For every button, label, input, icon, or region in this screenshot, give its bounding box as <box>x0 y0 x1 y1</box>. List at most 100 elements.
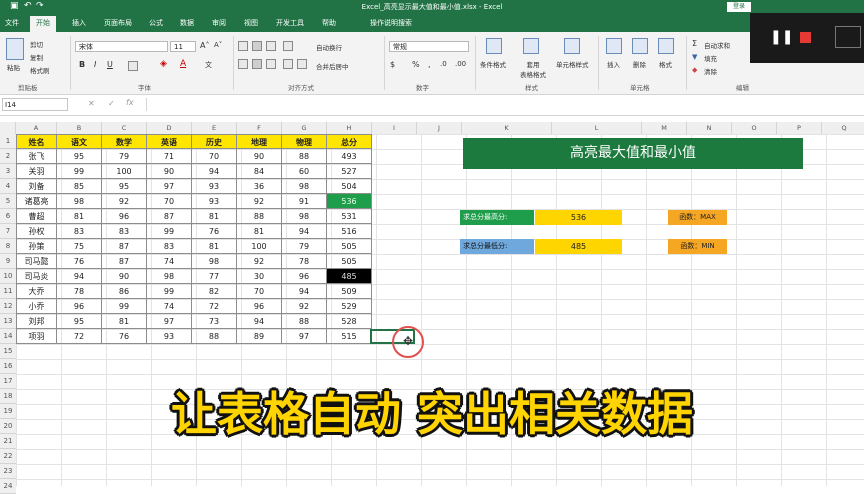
column-header-q[interactable]: Q <box>822 122 864 134</box>
column-header-o[interactable]: O <box>732 122 777 134</box>
table-cell[interactable]: 96 <box>237 299 282 314</box>
number-format-select[interactable]: 常规 <box>389 41 469 52</box>
table-cell[interactable]: 93 <box>192 194 237 209</box>
tab-data[interactable]: 数据 <box>180 18 194 28</box>
table-cell[interactable]: 60 <box>282 164 327 179</box>
underline-icon[interactable]: U <box>107 60 113 69</box>
conditional-formatting-button[interactable]: 条件格式 <box>480 59 506 69</box>
table-cell[interactable]: 94 <box>57 269 102 284</box>
table-cell[interactable]: 项羽 <box>16 329 57 344</box>
table-cell[interactable]: 527 <box>327 164 372 179</box>
column-header-b[interactable]: B <box>57 122 102 134</box>
table-cell[interactable]: 76 <box>57 254 102 269</box>
row-header[interactable]: 9 <box>0 254 16 269</box>
cut-button[interactable]: 剪切 <box>30 39 43 49</box>
table-cell[interactable]: 81 <box>192 239 237 254</box>
table-cell[interactable]: 71 <box>147 149 192 164</box>
table-cell[interactable]: 93 <box>147 329 192 344</box>
table-header-cell[interactable]: 数学 <box>102 134 147 149</box>
table-cell[interactable]: 98 <box>57 194 102 209</box>
login-button[interactable]: 登录 <box>727 2 751 12</box>
table-cell[interactable]: 81 <box>237 224 282 239</box>
percent-icon[interactable]: % <box>412 60 420 69</box>
column-header-d[interactable]: D <box>147 122 192 134</box>
table-cell[interactable]: 87 <box>147 209 192 224</box>
table-cell[interactable]: 70 <box>147 194 192 209</box>
table-cell[interactable]: 85 <box>57 179 102 194</box>
table-cell[interactable]: 78 <box>282 254 327 269</box>
column-header-m[interactable]: M <box>642 122 687 134</box>
table-cell[interactable]: 83 <box>57 224 102 239</box>
clear-icon[interactable]: ◆ <box>692 66 697 74</box>
table-cell[interactable]: 528 <box>327 314 372 329</box>
table-cell[interactable]: 504 <box>327 179 372 194</box>
table-cell[interactable]: 100 <box>102 164 147 179</box>
table-cell[interactable]: 100 <box>237 239 282 254</box>
table-cell[interactable]: 78 <box>57 284 102 299</box>
table-cell[interactable]: 90 <box>102 269 147 284</box>
delete-cells-icon[interactable] <box>632 38 648 54</box>
cancel-icon[interactable]: ✕ <box>88 99 95 108</box>
row-header[interactable]: 11 <box>0 284 16 299</box>
table-cell[interactable]: 83 <box>147 239 192 254</box>
table-cell[interactable]: 司马懿 <box>16 254 57 269</box>
row-header[interactable]: 6 <box>0 209 16 224</box>
table-cell[interactable]: 89 <box>237 329 282 344</box>
decrease-indent-icon[interactable] <box>283 59 293 69</box>
comma-icon[interactable]: , <box>428 60 431 69</box>
table-cell[interactable]: 81 <box>192 209 237 224</box>
table-cell[interactable]: 97 <box>147 314 192 329</box>
row-header[interactable]: 4 <box>0 179 16 194</box>
table-header-cell[interactable]: 历史 <box>192 134 237 149</box>
table-cell[interactable]: 96 <box>282 269 327 284</box>
tab-home[interactable]: 开始 <box>30 16 56 32</box>
table-cell[interactable]: 小乔 <box>16 299 57 314</box>
table-cell[interactable]: 76 <box>192 224 237 239</box>
fill-icon[interactable]: ▼ <box>692 53 697 61</box>
table-cell[interactable]: 大乔 <box>16 284 57 299</box>
table-cell[interactable]: 509 <box>327 284 372 299</box>
table-cell[interactable]: 74 <box>147 254 192 269</box>
align-right-icon[interactable] <box>266 59 276 69</box>
table-cell[interactable]: 92 <box>237 194 282 209</box>
table-cell[interactable]: 刘邦 <box>16 314 57 329</box>
table-header-cell[interactable]: 总分 <box>327 134 372 149</box>
column-header-p[interactable]: P <box>777 122 822 134</box>
insert-function-icon[interactable]: fx <box>126 98 134 107</box>
table-cell[interactable]: 95 <box>57 314 102 329</box>
table-cell[interactable]: 96 <box>102 209 147 224</box>
font-size-select[interactable]: 11 <box>170 41 196 52</box>
table-cell[interactable]: 529 <box>327 299 372 314</box>
increase-decimal-icon[interactable]: .0 <box>440 60 447 68</box>
table-cell[interactable]: 88 <box>192 329 237 344</box>
align-top-icon[interactable] <box>238 41 248 51</box>
table-cell[interactable]: 93 <box>192 179 237 194</box>
stop-icon[interactable] <box>800 32 811 43</box>
decrease-font-icon[interactable]: A˅ <box>214 41 222 49</box>
table-cell[interactable]: 96 <box>57 299 102 314</box>
font-color-icon[interactable]: A <box>180 59 186 69</box>
table-cell[interactable]: 88 <box>237 209 282 224</box>
redo-icon[interactable]: ↷ <box>36 1 44 11</box>
fill-button[interactable]: 填充 <box>704 53 717 63</box>
column-header-c[interactable]: C <box>102 122 147 134</box>
column-header-e[interactable]: E <box>192 122 237 134</box>
table-header-cell[interactable]: 姓名 <box>16 134 57 149</box>
borders-icon[interactable] <box>128 61 138 71</box>
table-cell[interactable]: 88 <box>282 149 327 164</box>
table-cell[interactable]: 98 <box>282 209 327 224</box>
save-icon[interactable]: ▣ <box>10 1 19 11</box>
row-header[interactable]: 7 <box>0 224 16 239</box>
table-cell[interactable]: 75 <box>57 239 102 254</box>
tab-help[interactable]: 帮助 <box>322 18 336 28</box>
table-cell[interactable]: 99 <box>102 299 147 314</box>
row-header[interactable]: 15 <box>0 344 16 359</box>
format-cells-icon[interactable] <box>658 38 674 54</box>
cell-styles-icon[interactable] <box>564 38 580 54</box>
align-bottom-icon[interactable] <box>266 41 276 51</box>
undo-icon[interactable]: ↶ <box>24 1 32 11</box>
align-center-icon[interactable] <box>252 59 262 69</box>
table-header-cell[interactable]: 地理 <box>237 134 282 149</box>
table-cell[interactable]: 82 <box>192 284 237 299</box>
table-cell[interactable]: 98 <box>147 269 192 284</box>
